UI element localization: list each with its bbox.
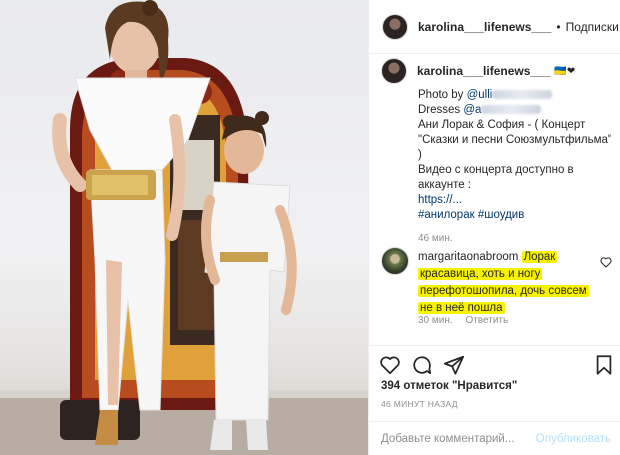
add-comment-bar: Опубликовать [369, 421, 620, 455]
post-timestamp: 46 МИНУТ НАЗАД [381, 399, 458, 409]
caption-text: Dresses [418, 104, 464, 116]
share-icon[interactable] [443, 354, 465, 376]
caption-body: Photo by @ulli Dresses @a Ани Лорак & Со… [418, 88, 611, 244]
likes-count[interactable]: 394 отметок "Нравится" [381, 380, 517, 392]
follow-status-button[interactable]: Подписки [566, 20, 619, 34]
blurred-text [481, 105, 542, 115]
caption-emoji: 🇺🇦❤ [554, 65, 576, 77]
likes-label: "Нравится" [451, 380, 518, 392]
caption-line: "Сказки и песни Союзмультфильма" [418, 134, 611, 146]
hashtags-link[interactable]: #анилорак #шоудив [418, 208, 611, 223]
photographer-link[interactable]: @ulli [467, 89, 493, 101]
caption-line: Ани Лорак & София - ( Концерт [418, 119, 586, 131]
commenter-username[interactable]: margaritaonabroom [418, 251, 518, 263]
publish-button[interactable]: Опубликовать [536, 433, 611, 445]
photo-illustration [0, 0, 368, 455]
author-avatar[interactable] [382, 13, 408, 40]
comment-item: margaritaonabroom Лорак красавица, хоть … [381, 247, 617, 331]
caption-avatar[interactable] [381, 58, 407, 84]
comment-line: перефотошопила, дочь совсем [418, 285, 589, 297]
comment-line: не в неё пошла [418, 302, 505, 314]
small-heart-icon[interactable] [599, 255, 613, 269]
caption-line-photo: Photo by @ulli [418, 88, 611, 103]
bookmark-icon[interactable] [593, 354, 615, 376]
comment-time: 30 мин. [418, 315, 453, 326]
caption-username[interactable]: karolina___lifenews___ [417, 64, 550, 79]
comment-text: margaritaonabroom Лорак красавица, хоть … [418, 249, 598, 317]
blurred-text [492, 90, 553, 100]
comment-input[interactable] [381, 432, 531, 445]
commenter-avatar[interactable] [381, 247, 409, 275]
caption-line-dresses: Dresses @a [418, 103, 611, 118]
comment-meta: 30 мин. Ответить [418, 315, 518, 326]
comment-line: красавица, хоть и ногу [418, 268, 543, 280]
caption-line: аккаунте : [418, 179, 472, 191]
separator-dot: • [556, 19, 561, 34]
post-photo[interactable] [0, 0, 368, 455]
caption-url-link[interactable]: https://... [418, 193, 611, 208]
post-caption: karolina___lifenews___ 🇺🇦❤ Photo by @ull… [381, 56, 611, 244]
caption-line: Видео с концерта доступно в [418, 164, 574, 176]
reply-button[interactable]: Ответить [465, 315, 508, 326]
post-sidebar: karolina___lifenews___ • Подписки karoli… [368, 0, 620, 455]
action-bar [369, 345, 620, 381]
author-username[interactable]: karolina___lifenews___ [418, 20, 551, 34]
heart-icon[interactable] [379, 354, 401, 376]
post-header: karolina___lifenews___ • Подписки [369, 0, 620, 54]
caption-text: Photo by [418, 89, 467, 101]
likes-number: 394 отметок [381, 380, 449, 392]
comment-icon[interactable] [411, 354, 433, 376]
comment-line: Лорак [521, 251, 558, 263]
designer-link[interactable]: @a [463, 104, 481, 116]
caption-time: 46 мин. [418, 233, 453, 244]
caption-line: ) [418, 149, 422, 161]
caption-header: karolina___lifenews___ 🇺🇦❤ [381, 56, 611, 86]
